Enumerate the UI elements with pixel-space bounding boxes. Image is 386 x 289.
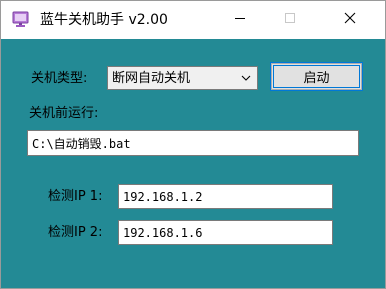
minimize-button[interactable] bbox=[217, 1, 263, 39]
title-bar[interactable]: 蓝牛关机助手 v2.00 bbox=[1, 1, 385, 39]
maximize-icon bbox=[284, 12, 296, 28]
ip2-label: 检测IP 2: bbox=[48, 225, 103, 240]
ip1-label: 检测IP 1: bbox=[48, 189, 103, 204]
window-title: 蓝牛关机助手 v2.00 bbox=[40, 12, 168, 28]
maximize-button[interactable] bbox=[267, 1, 313, 39]
close-button[interactable] bbox=[327, 1, 373, 39]
shutdown-type-label: 关机类型: bbox=[31, 71, 88, 86]
start-button[interactable]: 启动 bbox=[270, 62, 363, 91]
ip2-input[interactable] bbox=[118, 220, 333, 245]
monitor-app-icon bbox=[12, 11, 29, 28]
close-icon bbox=[344, 12, 356, 28]
app-window: 蓝牛关机助手 v2.00 关机类型: 断网自动关机 启动 关机前运行: C:\自… bbox=[0, 0, 386, 289]
pre-run-label: 关机前运行: bbox=[29, 106, 99, 121]
shutdown-type-select[interactable]: 断网自动关机 bbox=[107, 66, 258, 90]
ip1-input[interactable] bbox=[118, 184, 333, 209]
minimize-icon bbox=[234, 12, 246, 28]
pre-run-path-input[interactable] bbox=[27, 130, 359, 156]
shutdown-type-value: 断网自动关机 bbox=[112, 71, 191, 86]
chevron-down-icon bbox=[239, 71, 253, 85]
